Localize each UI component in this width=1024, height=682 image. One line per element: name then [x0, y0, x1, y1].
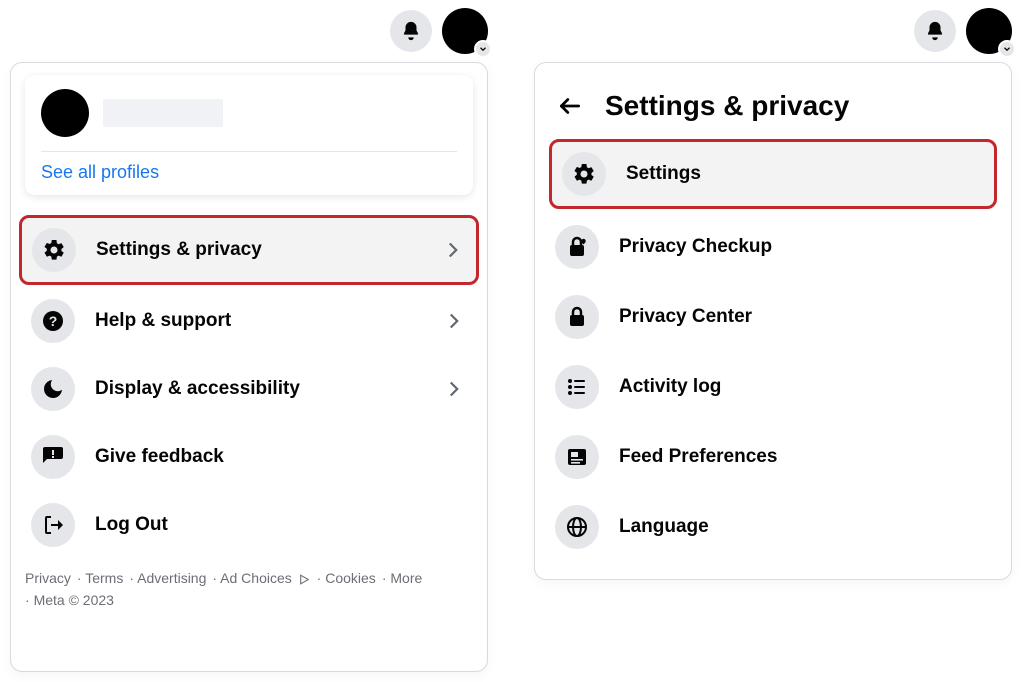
menu-item-label: Privacy Checkup: [619, 236, 991, 258]
menu-item-label: Language: [619, 516, 991, 538]
menu-item-display-accessibility[interactable]: Display & accessibility: [25, 357, 473, 421]
menu-item-label: Log Out: [95, 514, 467, 536]
bell-icon: [924, 20, 946, 42]
menu-item-activity-log[interactable]: Activity log: [549, 355, 997, 419]
menu-item-label: Settings & privacy: [96, 239, 420, 261]
menu-item-label: Help & support: [95, 310, 421, 332]
profile-name-placeholder: [103, 99, 223, 127]
footer-terms[interactable]: Terms: [77, 567, 123, 589]
footer-more[interactable]: More: [382, 567, 422, 589]
account-menu-panel: See all profiles Settings & privacy ? He…: [10, 62, 488, 672]
footer-privacy[interactable]: Privacy: [25, 567, 71, 589]
chevron-down-icon: [998, 40, 1016, 58]
notifications-button[interactable]: [390, 10, 432, 52]
menu-item-label: Feed Preferences: [619, 446, 991, 468]
footer-cookies[interactable]: Cookies: [317, 567, 376, 589]
list-icon: [555, 365, 599, 409]
footer-links: Privacy Terms Advertising Ad Choices Coo…: [25, 567, 473, 612]
help-icon: ?: [31, 299, 75, 343]
profile-row[interactable]: [41, 89, 457, 137]
see-all-profiles-link[interactable]: See all profiles: [41, 162, 457, 183]
feedback-icon: [31, 435, 75, 479]
menu-item-help-support[interactable]: ? Help & support: [25, 289, 473, 353]
gear-icon: [562, 152, 606, 196]
adchoices-icon: [298, 573, 311, 586]
menu-item-privacy-center[interactable]: Privacy Center: [549, 285, 997, 349]
menu-item-label: Display & accessibility: [95, 378, 421, 400]
gear-icon: [32, 228, 76, 272]
globe-icon: [555, 505, 599, 549]
feed-icon: [555, 435, 599, 479]
menu-item-settings-privacy[interactable]: Settings & privacy: [19, 215, 479, 285]
chevron-right-icon: [441, 308, 467, 334]
menu-item-log-out[interactable]: Log Out: [25, 493, 473, 557]
divider: [41, 151, 457, 152]
logout-icon: [31, 503, 75, 547]
menu-item-settings[interactable]: Settings: [549, 139, 997, 209]
footer-advertising[interactable]: Advertising: [129, 567, 206, 589]
menu-item-privacy-checkup[interactable]: Privacy Checkup: [549, 215, 997, 279]
menu-item-label: Privacy Center: [619, 306, 991, 328]
account-menu-avatar[interactable]: [442, 8, 488, 54]
arrow-left-icon: [557, 93, 583, 119]
lock-icon: [555, 295, 599, 339]
footer-meta: Meta © 2023: [25, 589, 114, 611]
menu-item-give-feedback[interactable]: Give feedback: [25, 425, 473, 489]
menu-item-label: Settings: [626, 163, 984, 185]
avatar: [41, 89, 89, 137]
svg-text:?: ?: [49, 313, 58, 329]
bell-icon: [400, 20, 422, 42]
account-menu-avatar[interactable]: [966, 8, 1012, 54]
menu-item-label: Give feedback: [95, 446, 467, 468]
profile-card: See all profiles: [25, 75, 473, 195]
chevron-right-icon: [441, 376, 467, 402]
notifications-button[interactable]: [914, 10, 956, 52]
menu-item-feed-preferences[interactable]: Feed Preferences: [549, 425, 997, 489]
moon-icon: [31, 367, 75, 411]
chevron-down-icon: [474, 40, 492, 58]
menu-item-language[interactable]: Language: [549, 495, 997, 559]
back-button[interactable]: [553, 89, 587, 123]
panel-title: Settings & privacy: [605, 90, 849, 122]
lock-heart-icon: [555, 225, 599, 269]
chevron-right-icon: [440, 237, 466, 263]
footer-ad-choices[interactable]: Ad Choices: [212, 567, 310, 589]
settings-privacy-panel: Settings & privacy Settings Privacy Chec…: [534, 62, 1012, 580]
menu-item-label: Activity log: [619, 376, 991, 398]
